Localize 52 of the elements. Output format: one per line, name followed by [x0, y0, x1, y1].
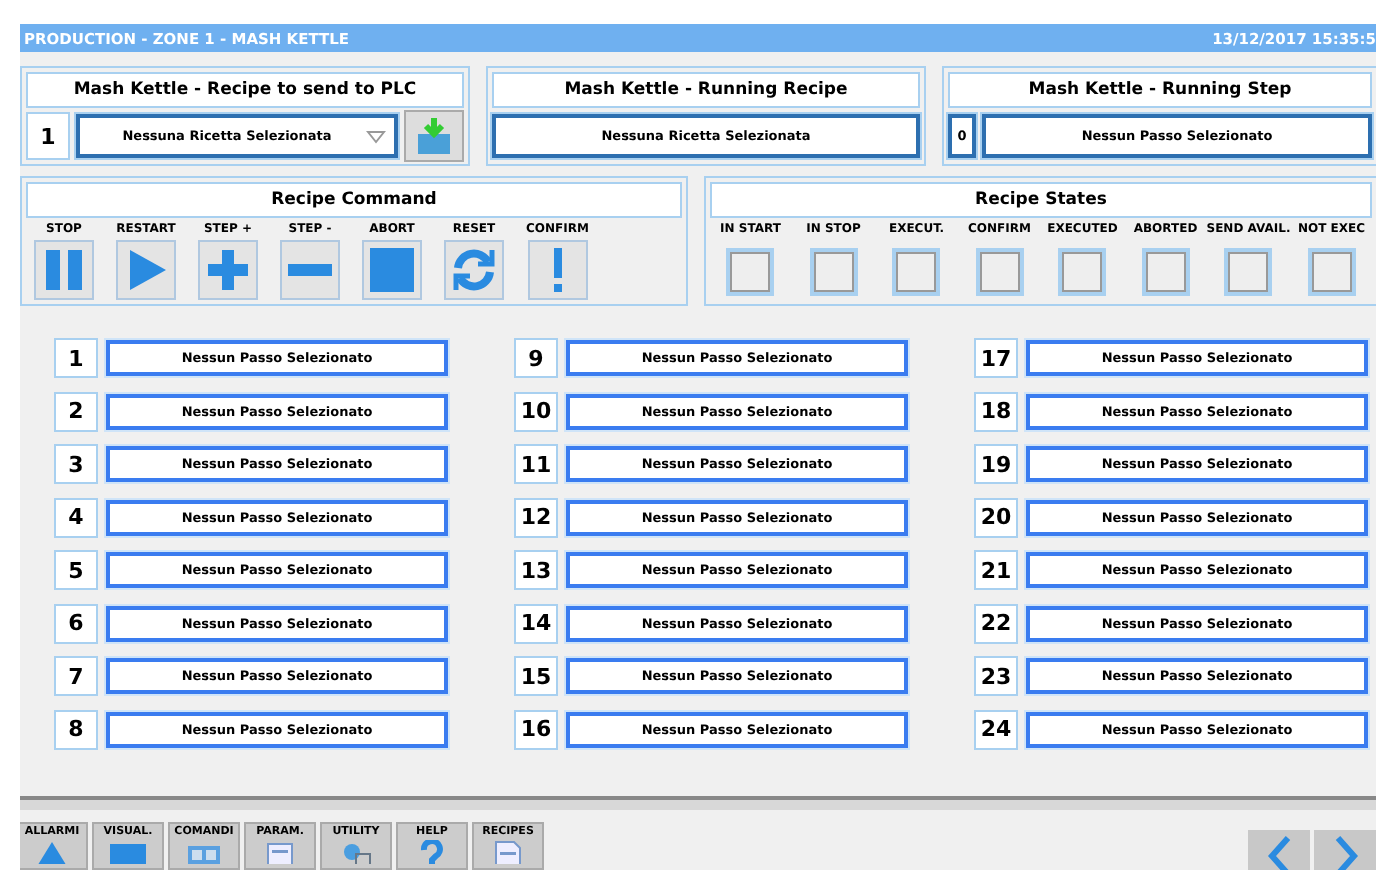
minus-icon — [288, 264, 332, 276]
step-number: 18 — [974, 391, 1018, 431]
minus-button[interactable] — [280, 240, 340, 300]
step-number: 3 — [54, 444, 98, 484]
step-number: 12 — [514, 497, 558, 537]
step-number: 15 — [514, 656, 558, 696]
square-icon — [368, 246, 416, 294]
step-number: 2 — [54, 391, 98, 431]
step-number: 7 — [54, 656, 98, 696]
monitor-icon — [106, 840, 150, 864]
forward-button[interactable] — [1314, 830, 1376, 870]
plus-button[interactable] — [198, 240, 258, 300]
pause-icon — [40, 246, 88, 294]
step-number: 23 — [974, 656, 1018, 696]
step-number: 21 — [974, 550, 1018, 590]
exclamation-button[interactable] — [527, 240, 588, 300]
caret-icon — [366, 129, 386, 143]
step-number: 22 — [974, 603, 1018, 643]
step-number: 10 — [514, 391, 558, 431]
refresh-icon — [450, 246, 498, 294]
chevron-right-icon — [1331, 834, 1359, 870]
step-number: 1 — [54, 338, 98, 378]
step-number: 17 — [974, 338, 1018, 378]
step-number: 24 — [974, 709, 1018, 749]
step-number: 13 — [514, 550, 558, 590]
panel-header: Mash Kettle - Running Step — [948, 72, 1372, 108]
step-number: 20 — [974, 497, 1018, 537]
step-number: 11 — [514, 444, 558, 484]
chevron-left-icon — [1265, 834, 1293, 870]
square-button[interactable] — [362, 240, 422, 300]
exclamation-icon — [553, 246, 562, 294]
panel-header: Recipe Command — [26, 182, 682, 218]
step-number: 9 — [514, 338, 558, 378]
step-number: 8 — [54, 709, 98, 749]
refresh-button[interactable] — [444, 240, 504, 300]
step-number: 5 — [54, 550, 98, 590]
recipe-number: 1 — [26, 112, 70, 160]
step-number: 4 — [54, 497, 98, 537]
download-icon — [416, 116, 452, 156]
step-number: 19 — [974, 444, 1018, 484]
step-number: 16 — [514, 709, 558, 749]
back-button[interactable] — [1248, 830, 1310, 870]
panel-header: Mash Kettle - Recipe to send to PLC — [26, 72, 464, 108]
panel-header: Recipe States — [710, 182, 1372, 218]
panel-icon — [182, 840, 226, 864]
step-number: 6 — [54, 603, 98, 643]
pause-button[interactable] — [34, 240, 94, 300]
step-number: 14 — [514, 603, 558, 643]
send-button[interactable] — [404, 110, 464, 162]
play-button[interactable] — [116, 240, 176, 300]
panel-header: Mash Kettle - Running Recipe — [492, 72, 920, 108]
plus-icon — [204, 246, 252, 294]
